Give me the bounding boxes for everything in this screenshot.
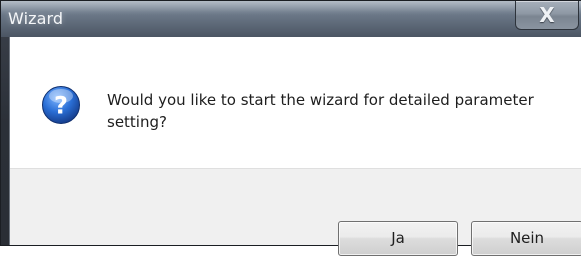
dialog-message: Would you like to start the wizard for d… [107, 91, 534, 131]
title-bar[interactable]: Wizard [1, 1, 581, 37]
dialog-window: Wizard X ? Would you like to start the w… [0, 0, 581, 256]
close-button[interactable]: X [515, 1, 579, 30]
no-button[interactable]: Nein [471, 221, 581, 256]
button-bar: Ja Nein [10, 168, 581, 256]
message-area: ? Would you like to start the wizard for… [10, 37, 581, 168]
close-icon: X [539, 3, 555, 27]
window-title: Wizard [8, 9, 64, 28]
yes-button[interactable]: Ja [338, 221, 458, 256]
dialog-body: ? Would you like to start the wizard for… [9, 37, 581, 256]
question-icon: ? [42, 86, 80, 124]
svg-text:?: ? [54, 92, 68, 120]
